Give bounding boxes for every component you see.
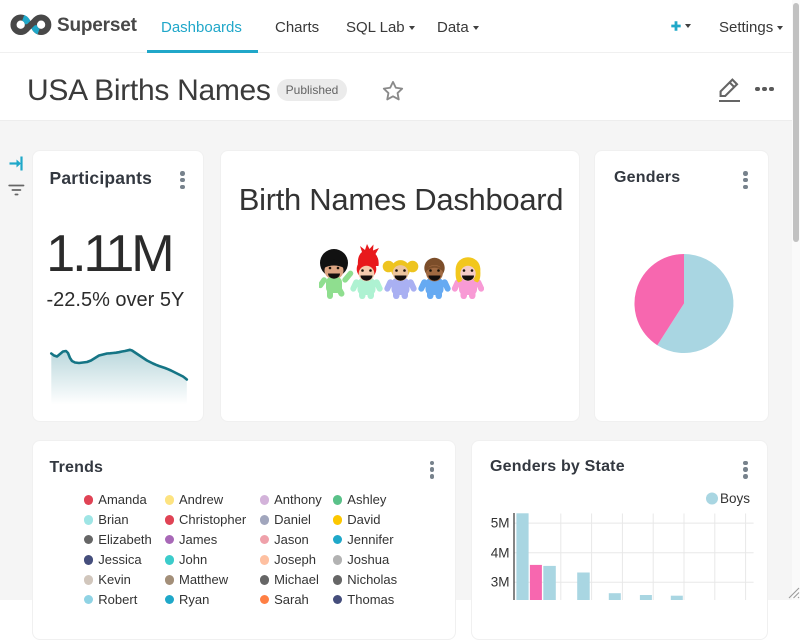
svg-text:Boys: Boys: [720, 491, 750, 506]
svg-text:3M: 3M: [491, 575, 510, 590]
svg-text:4M: 4M: [491, 545, 510, 560]
svg-text:5M: 5M: [491, 516, 510, 531]
